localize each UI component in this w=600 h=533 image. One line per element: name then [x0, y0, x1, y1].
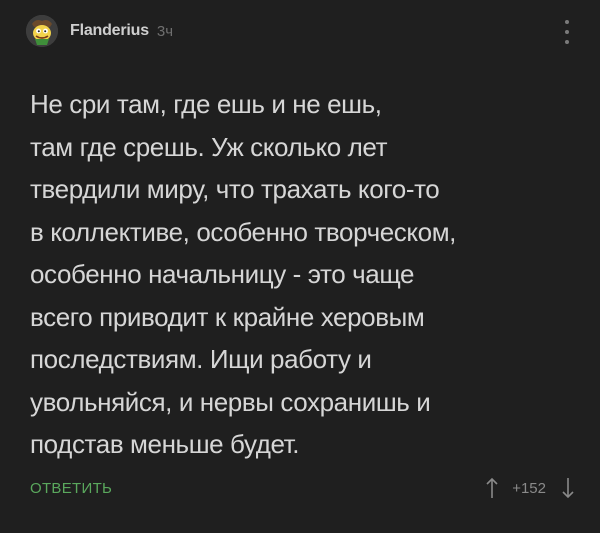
vote-controls: +152	[482, 475, 578, 501]
rating-count: +152	[512, 479, 546, 497]
comment-text-line: увольняйся, и нервы сохранишь и	[30, 386, 431, 417]
comment-text-line: подстав меньше будет.	[30, 429, 300, 459]
upvote-arrow-icon[interactable]	[482, 475, 502, 501]
comment-header: Flanderius 3ч	[26, 14, 580, 48]
menu-dot	[565, 40, 569, 44]
comment-body: Не сри там, где ешь и не ешь, там где ср…	[30, 83, 585, 466]
comment-text-line: в коллективе, особенно творческом,	[30, 216, 457, 247]
author-name[interactable]: Flanderius	[70, 22, 149, 40]
comment-text-line: особенно начальницу - это чаще	[30, 259, 415, 289]
cartoon-character-avatar-icon	[26, 15, 58, 47]
comment-text-line: всего приводит к крайне херовым	[30, 301, 425, 332]
menu-dot	[565, 30, 569, 34]
comment-time: 3ч	[156, 22, 174, 40]
comment-text-line: там где срешь. Уж сколько лет	[30, 131, 388, 162]
downvote-arrow-icon[interactable]	[558, 475, 578, 501]
comment-text-line: последствиям. Ищи работу и	[30, 344, 372, 374]
reply-button[interactable]: ОТВЕТИТЬ	[30, 480, 112, 497]
comment-card: Flanderius 3ч Не сри там, где ешь и не е…	[0, 0, 600, 533]
more-options-icon[interactable]	[562, 20, 572, 44]
comment-footer: ОТВЕТИТЬ +152	[30, 472, 578, 504]
comment-text-line: твердили миру, что трахать кого-то	[30, 174, 440, 204]
avatar[interactable]	[26, 15, 58, 47]
comment-text-line: Не сри там, где ешь и не ешь,	[30, 89, 382, 119]
menu-dot	[565, 20, 569, 24]
